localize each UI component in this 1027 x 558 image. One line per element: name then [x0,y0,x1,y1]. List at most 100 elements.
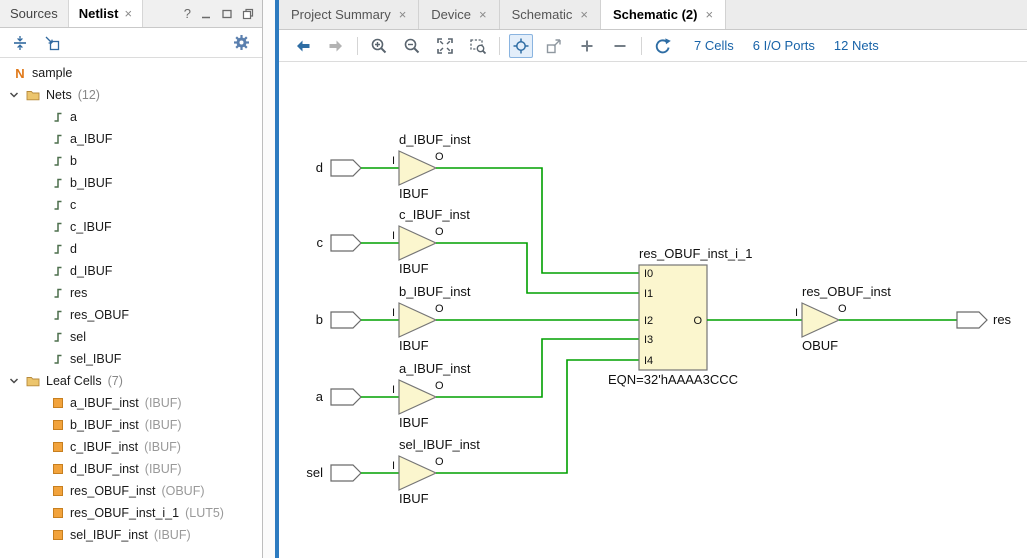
chevron-down-icon[interactable] [8,375,20,387]
net-name: c_IBUF [70,220,112,234]
cell-icon [52,463,64,475]
input-port-shape[interactable] [331,160,361,176]
port-label: c [317,235,324,250]
close-icon[interactable]: × [580,7,588,22]
tree-item-net[interactable]: b [0,150,262,172]
zoom-area-icon [469,37,487,55]
schematic-drawing: d I d_IBUF_inst O IBUF c I c_IBUF_in [279,62,1027,558]
pin-label-i1: I1 [644,288,653,300]
tree-item-cell[interactable]: sel_IBUF_inst(IBUF) [0,524,262,546]
back-button[interactable] [291,34,315,58]
tree-item-net[interactable]: a [0,106,262,128]
input-port-shape[interactable] [331,312,361,328]
input-port-shape[interactable] [331,235,361,251]
schematic-buffer-a: a I a_IBUF_inst O IBUF [316,339,639,430]
tree-item-cell[interactable]: c_IBUF_inst(IBUF) [0,436,262,458]
zoom-out-button[interactable] [400,34,424,58]
tree-item-net[interactable]: b_IBUF [0,172,262,194]
ibuf-symbol[interactable] [399,380,436,414]
net-icon [52,221,64,233]
tree-group-leaf-cells[interactable]: Leaf Cells (7) [0,370,262,392]
tree-item-net[interactable]: sel_IBUF [0,348,262,370]
settings-button[interactable] [233,34,250,51]
panel-splitter[interactable] [263,0,275,558]
tree-item-cell[interactable]: res_OBUF_inst_i_1(LUT5) [0,502,262,524]
tree-item-net[interactable]: c [0,194,262,216]
fit-selection-button[interactable] [542,34,566,58]
zoom-area-button[interactable] [466,34,490,58]
tree-item-net[interactable]: res [0,282,262,304]
plus-icon [578,37,596,55]
pin-label-o: O [838,303,847,315]
tree-group-nets[interactable]: Nets (12) [0,84,262,106]
autofit-selection-button[interactable] [509,34,533,58]
lut-equation-label: EQN=32'hAAAA3CCC [608,372,738,387]
tree-label: Nets [46,88,72,102]
minimize-icon[interactable] [200,8,212,20]
schematic-obuf: I res_OBUF_inst O OBUF res [795,284,1012,353]
net-name: res_OBUF [70,308,129,322]
output-port-shape[interactable] [957,312,987,328]
tab-label: Schematic [512,7,573,22]
tab-netlist[interactable]: Netlist × [69,0,143,27]
obuf-symbol[interactable] [802,303,839,337]
cell-type-label: IBUF [399,491,429,506]
tree-item-net[interactable]: res_OBUF [0,304,262,326]
tree-item-net[interactable]: sel [0,326,262,348]
tree-item-net[interactable]: a_IBUF [0,128,262,150]
ibuf-symbol[interactable] [399,226,436,260]
expand-cone-button[interactable] [575,34,599,58]
collapse-cone-button[interactable] [608,34,632,58]
ibuf-symbol[interactable] [399,456,436,490]
tree-item-net[interactable]: d [0,238,262,260]
zoom-in-button[interactable] [367,34,391,58]
close-icon[interactable]: × [479,7,487,22]
tree-item-cell[interactable]: b_IBUF_inst(IBUF) [0,414,262,436]
tab-schematic[interactable]: Schematic × [500,0,601,29]
collapse-all-button[interactable] [12,35,28,51]
instance-label: c_IBUF_inst [399,207,470,222]
close-icon[interactable]: × [399,7,407,22]
input-port-shape[interactable] [331,465,361,481]
toolbar-separator [499,37,500,55]
tree-item-net[interactable]: d_IBUF [0,260,262,282]
stat-cells[interactable]: 7 Cells [694,38,734,53]
tab-schematic-2[interactable]: Schematic (2) × [601,0,726,29]
tree-item-cell[interactable]: d_IBUF_inst(IBUF) [0,458,262,480]
close-icon[interactable]: × [124,6,132,21]
ibuf-symbol[interactable] [399,151,436,185]
tab-device[interactable]: Device × [419,0,499,29]
input-port-shape[interactable] [331,389,361,405]
zoom-fit-button[interactable] [433,34,457,58]
tree-item-cell[interactable]: res_OBUF_inst(OBUF) [0,480,262,502]
zoom-out-icon [403,37,421,55]
stat-io-ports[interactable]: 6 I/O Ports [753,38,815,53]
pin-label-o: O [435,456,444,468]
cell-type: (OBUF) [161,484,204,498]
stat-nets[interactable]: 12 Nets [834,38,879,53]
cell-type: (IBUF) [145,462,182,476]
maximize-icon[interactable] [242,8,254,20]
net-icon [52,111,64,123]
tree-item-net[interactable]: c_IBUF [0,216,262,238]
float-icon[interactable] [221,8,233,20]
net-name: sel_IBUF [70,352,121,366]
tree-item-cell[interactable]: a_IBUF_inst(IBUF) [0,392,262,414]
document-tab-bar: Project Summary × Device × Schematic × S… [279,0,1027,30]
folder-icon [26,89,40,101]
pin-label-i4: I4 [644,355,653,367]
pin-label-i3: I3 [644,334,653,346]
port-label: a [316,389,324,404]
help-icon[interactable]: ? [184,6,191,21]
tab-sources[interactable]: Sources [0,0,69,27]
sync-selection-button[interactable] [44,35,60,51]
tree-root-sample[interactable]: N sample [0,62,262,84]
ibuf-symbol[interactable] [399,303,436,337]
tab-project-summary[interactable]: Project Summary × [279,0,419,29]
regenerate-button[interactable] [651,34,675,58]
chevron-down-icon[interactable] [8,89,20,101]
close-icon[interactable]: × [705,7,713,22]
forward-button[interactable] [324,34,348,58]
net-name: b_IBUF [70,176,112,190]
schematic-canvas[interactable]: d I d_IBUF_inst O IBUF c I c_IBUF_in [279,62,1027,558]
